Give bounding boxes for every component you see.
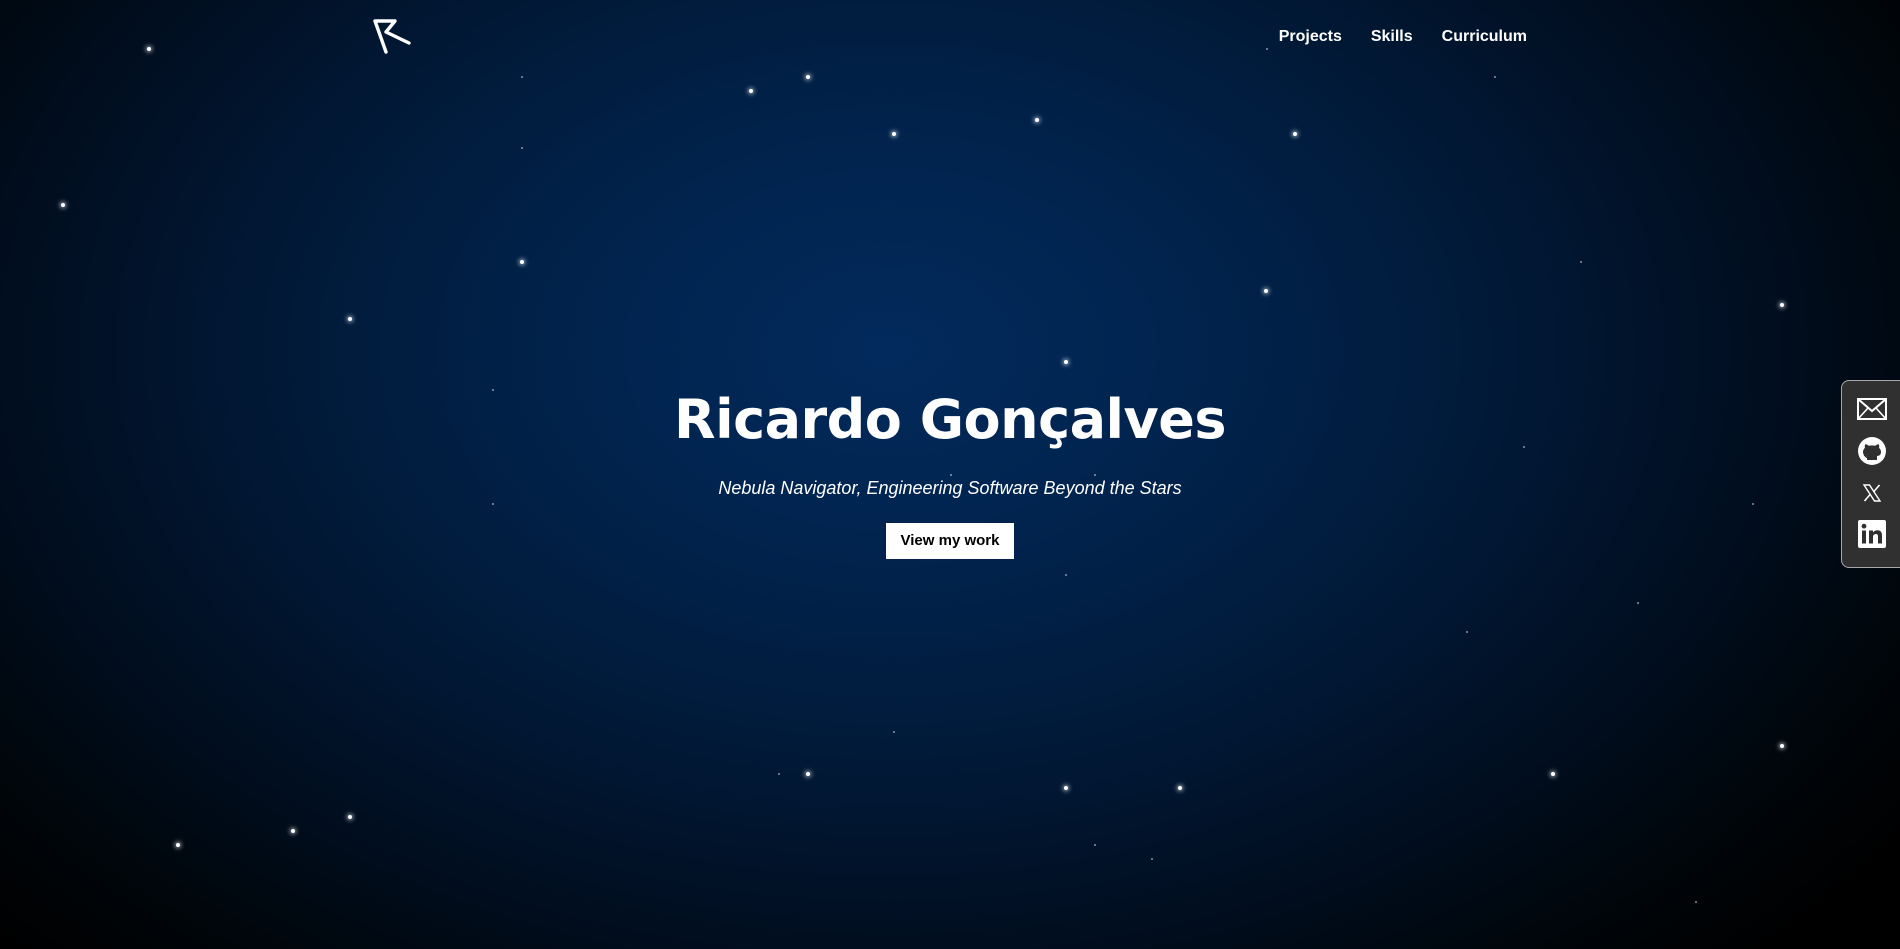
star <box>1064 786 1068 790</box>
hero-content: Ricardo Gonçalves Nebula Navigator, Engi… <box>0 384 1900 559</box>
x-twitter-icon <box>1862 484 1882 502</box>
star <box>61 203 65 207</box>
nav-link-curriculum[interactable]: Curriculum <box>1442 26 1527 48</box>
view-my-work-button[interactable]: View my work <box>885 523 1015 559</box>
star <box>1695 901 1697 903</box>
star <box>1064 360 1068 364</box>
star <box>1293 132 1297 136</box>
x-twitter-link[interactable] <box>1857 478 1887 508</box>
star <box>521 76 523 78</box>
star <box>1035 118 1039 122</box>
star <box>1065 574 1067 576</box>
hero-name: Ricardo Gonçalves <box>673 388 1227 451</box>
hero-tagline: Nebula Navigator, Engineering Software B… <box>718 478 1182 498</box>
star <box>291 829 295 833</box>
star <box>806 772 810 776</box>
nav-link-skills[interactable]: Skills <box>1371 26 1413 48</box>
star <box>1151 858 1153 860</box>
star <box>1178 786 1182 790</box>
star <box>806 75 810 79</box>
hero-section: Projects Skills Curriculum Ricardo Gonça… <box>0 0 1900 949</box>
star <box>521 147 523 149</box>
mail-link[interactable] <box>1857 394 1887 424</box>
star <box>892 132 896 136</box>
star <box>1780 744 1784 748</box>
github-icon <box>1858 437 1886 465</box>
star <box>1466 631 1468 633</box>
r-arrow-logo-icon[interactable] <box>373 18 411 56</box>
star <box>1580 261 1582 263</box>
star <box>1266 48 1268 50</box>
star <box>176 843 180 847</box>
star <box>1637 602 1639 604</box>
star <box>749 89 753 93</box>
star <box>1494 76 1496 78</box>
star <box>520 260 524 264</box>
star <box>348 815 352 819</box>
star <box>1780 303 1784 307</box>
linkedin-icon <box>1858 520 1886 548</box>
star <box>1094 844 1096 846</box>
linkedin-link[interactable] <box>1857 519 1887 549</box>
social-dock <box>1841 380 1900 568</box>
github-link[interactable] <box>1857 436 1887 466</box>
star <box>778 773 780 775</box>
star <box>1551 772 1555 776</box>
star <box>348 317 352 321</box>
nav-link-projects[interactable]: Projects <box>1279 26 1342 48</box>
star <box>147 47 151 51</box>
main-nav: Projects Skills Curriculum <box>1279 26 1527 48</box>
star <box>893 731 895 733</box>
mail-icon <box>1857 398 1887 420</box>
star <box>1264 289 1268 293</box>
